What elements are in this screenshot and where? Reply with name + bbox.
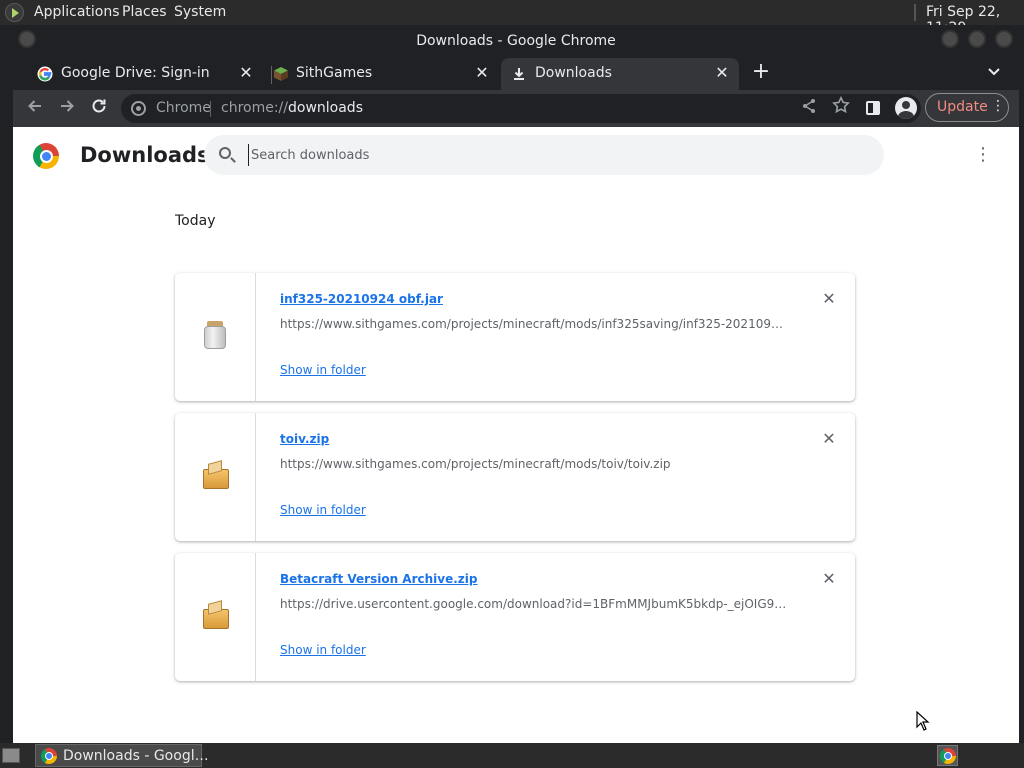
window-title: Downloads - Google Chrome — [416, 33, 616, 49]
forward-arrow-icon[interactable] — [55, 97, 79, 121]
tab-search-chevron-icon[interactable] — [983, 62, 1005, 84]
chrome-logo-icon — [33, 143, 59, 169]
jar-file-icon — [204, 321, 226, 349]
minimize-button[interactable] — [941, 30, 959, 48]
show-desktop-icon[interactable] — [2, 748, 20, 763]
chip-separator — [210, 101, 211, 117]
url-text[interactable]: chrome://downloads — [221, 100, 363, 116]
tab-label: Google Drive: Sign-in — [61, 65, 210, 81]
zip-file-icon — [202, 600, 230, 631]
show-in-folder-link[interactable]: Show in folder — [280, 363, 366, 377]
close-tab-icon[interactable]: ✕ — [713, 64, 731, 82]
menu-applications[interactable]: Applications — [34, 4, 120, 20]
reload-icon[interactable] — [87, 97, 111, 121]
back-arrow-icon[interactable] — [23, 97, 47, 121]
app-logo-icon[interactable] — [5, 3, 24, 22]
download-card: inf325-20210924 obf.jar https://www.sith… — [175, 273, 855, 401]
update-label: Update — [937, 99, 988, 115]
close-tab-icon[interactable]: ✕ — [237, 64, 255, 82]
remove-download-icon[interactable]: ✕ — [819, 569, 839, 589]
file-icon-column — [175, 273, 256, 401]
close-tab-icon[interactable]: ✕ — [473, 64, 491, 82]
address-bar[interactable]: Chrome chrome://downloads — [121, 94, 921, 123]
page-title: Downloads — [80, 143, 210, 167]
search-icon — [219, 147, 231, 159]
show-in-folder-link[interactable]: Show in folder — [280, 643, 366, 657]
file-name-link[interactable]: inf325-20210924 obf.jar — [280, 292, 443, 306]
tab-sithgames[interactable]: SithGames ✕ — [263, 58, 499, 90]
browser-toolbar: Chrome chrome://downloads Update ⋮ — [13, 90, 1019, 127]
download-card: Betacraft Version Archive.zip https://dr… — [175, 553, 855, 681]
chrome-tray-icon — [940, 748, 956, 764]
url-host: downloads — [288, 100, 363, 116]
file-source-url: https://www.sithgames.com/projects/minec… — [280, 317, 783, 331]
chrome-chip-label: Chrome — [156, 100, 211, 116]
top-panel: Applications Places System Fri Sep 22, 1… — [0, 0, 1024, 36]
google-g-icon — [37, 66, 53, 82]
bookmark-star-icon[interactable] — [829, 95, 853, 120]
chevron-down-icon — [988, 68, 1000, 76]
grass-block-icon — [274, 67, 288, 81]
side-panel-icon[interactable] — [866, 101, 880, 115]
download-card: toiv.zip https://www.sithgames.com/proje… — [175, 413, 855, 541]
remove-download-icon[interactable]: ✕ — [819, 289, 839, 309]
mouse-pointer-icon — [916, 711, 930, 731]
chrome-taskbar-icon — [41, 748, 57, 764]
workspace-chrome-icon[interactable] — [937, 745, 958, 766]
kebab-menu-icon: ⋮ — [991, 98, 1005, 114]
download-icon — [514, 68, 524, 80]
tab-label: Downloads — [535, 65, 612, 81]
tab-google-drive[interactable]: Google Drive: Sign-in ✕ — [17, 58, 263, 90]
taskbar-window-button[interactable]: Downloads - Googl… — [35, 744, 209, 767]
close-window-button[interactable] — [995, 30, 1013, 48]
chrome-chip-icon — [131, 101, 146, 116]
tab-downloads[interactable]: Downloads ✕ — [501, 58, 739, 90]
show-in-folder-link[interactable]: Show in folder — [280, 503, 366, 517]
bottom-panel: Downloads - Googl… — [0, 743, 1024, 768]
menu-system[interactable]: System — [174, 4, 226, 20]
zip-file-icon — [202, 460, 230, 491]
menu-places[interactable]: Places — [122, 4, 167, 20]
date-section-header: Today — [175, 213, 216, 229]
search-box[interactable] — [204, 135, 884, 175]
taskbar-window-label: Downloads - Googl… — [63, 748, 209, 764]
file-source-url: https://drive.usercontent.google.com/dow… — [280, 597, 787, 611]
file-name-link[interactable]: toiv.zip — [280, 432, 329, 446]
window-titlebar[interactable]: Downloads - Google Chrome — [13, 25, 1019, 56]
profile-avatar-icon[interactable] — [895, 97, 917, 119]
remove-download-icon[interactable]: ✕ — [819, 429, 839, 449]
more-options-icon[interactable]: ⋮ — [973, 145, 993, 165]
tab-label: SithGames — [296, 65, 373, 81]
search-input[interactable] — [248, 144, 868, 166]
file-icon-column — [175, 553, 256, 681]
share-icon[interactable] — [797, 97, 821, 121]
tab-strip: Google Drive: Sign-in ✕ SithGames ✕ Down… — [13, 56, 1019, 90]
panel-separator — [914, 4, 916, 21]
file-source-url: https://www.sithgames.com/projects/minec… — [280, 457, 671, 471]
update-button[interactable]: Update ⋮ — [925, 93, 1009, 122]
maximize-button[interactable] — [968, 30, 986, 48]
new-tab-button[interactable]: + — [750, 60, 772, 84]
downloads-page: Downloads ⋮ Today inf325-20210924 obf.ja… — [13, 127, 1019, 743]
file-icon-column — [175, 413, 256, 541]
url-scheme: chrome:// — [221, 100, 288, 116]
browser-window: Downloads - Google Chrome Google Drive: … — [13, 25, 1019, 743]
file-name-link[interactable]: Betacraft Version Archive.zip — [280, 572, 477, 586]
